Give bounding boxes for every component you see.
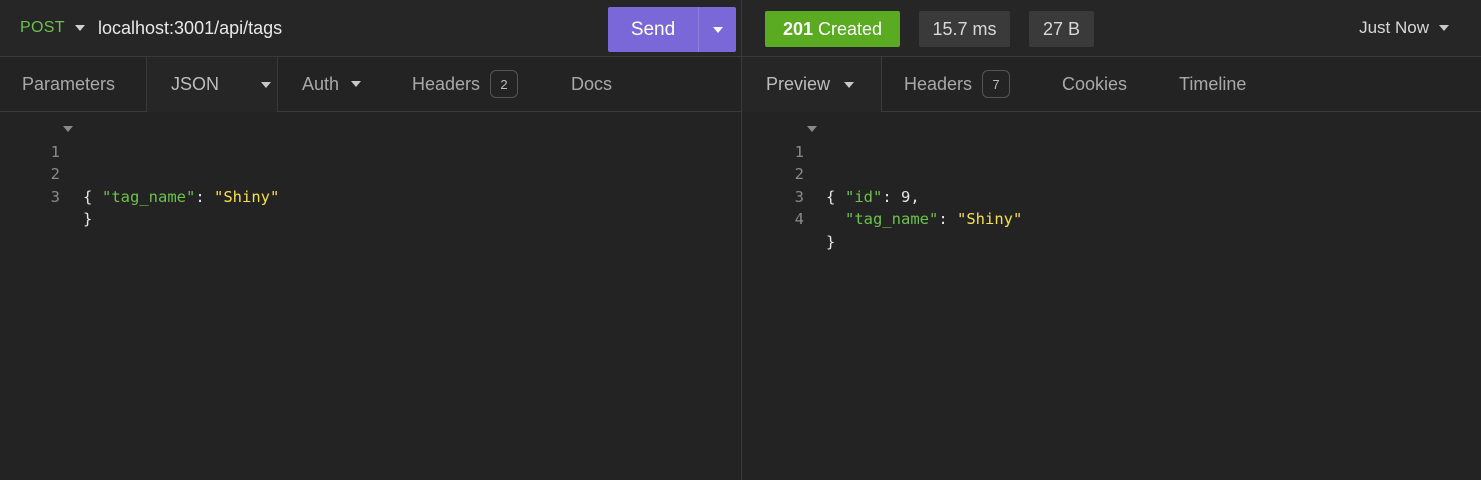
tab-response-headers[interactable]: Headers 7 bbox=[904, 57, 1011, 111]
status-badge: 201 Created bbox=[765, 11, 900, 47]
tab-timeline-label: Timeline bbox=[1179, 73, 1247, 94]
tab-parameters[interactable]: Parameters bbox=[22, 57, 115, 111]
url-input[interactable]: localhost:3001/api/tags bbox=[98, 0, 598, 56]
status-code: 201 bbox=[782, 18, 813, 39]
tab-cookies-label: Cookies bbox=[1062, 73, 1128, 94]
response-tabs: Preview Headers 7 Cookies Timeline bbox=[741, 57, 1481, 112]
response-time: 15.7 ms bbox=[932, 18, 997, 39]
response-size-badge: 27 B bbox=[1029, 11, 1094, 47]
line-number: 4 bbox=[794, 210, 804, 228]
request-url-bar: POST localhost:3001/api/tags Send bbox=[0, 0, 741, 57]
code-line: 2 "id": 9, bbox=[742, 141, 1481, 206]
request-headers-count-badge: 2 bbox=[490, 70, 519, 98]
line-number: 3 bbox=[50, 187, 60, 206]
open-brace: { bbox=[83, 187, 93, 206]
code-line: 2 "tag_name": "Shiny" bbox=[0, 141, 741, 206]
tab-preview[interactable]: Preview bbox=[741, 57, 882, 112]
code-line: 1 { bbox=[742, 118, 1481, 206]
json-colon: : bbox=[195, 187, 214, 206]
history-label: Just Now bbox=[1359, 18, 1429, 37]
response-status-bar: 201 Created 15.7 ms 27 B Just Now bbox=[742, 0, 1481, 57]
method-selector[interactable]: POST bbox=[20, 0, 85, 56]
code-line: 4 } bbox=[742, 186, 1481, 251]
send-options-button[interactable] bbox=[698, 7, 736, 52]
response-body-viewer[interactable]: 1 { 2 "id": 9, 3 "tag_name": "Shiny" 4 } bbox=[742, 118, 1481, 251]
response-time-badge: 15.7 ms bbox=[919, 11, 1010, 47]
code-line: 1 { bbox=[0, 118, 741, 206]
json-entry: "tag_name": "Shiny" bbox=[845, 208, 1022, 231]
status-text: Created bbox=[818, 18, 883, 39]
send-button-group: Send bbox=[608, 7, 736, 52]
tab-json-label: JSON bbox=[171, 74, 220, 94]
tab-preview-label: Preview bbox=[766, 74, 831, 94]
preview-caret-down-icon bbox=[844, 81, 855, 88]
request-tabs: Parameters JSON Auth Headers 2 Docs bbox=[0, 57, 741, 112]
json-colon: : bbox=[938, 210, 957, 228]
json-value: "Shiny" bbox=[957, 210, 1023, 228]
json-key: "tag_name" bbox=[102, 187, 196, 206]
send-label: Send bbox=[630, 18, 676, 40]
auth-caret-down-icon bbox=[351, 81, 362, 87]
send-caret-down-icon bbox=[712, 26, 723, 33]
json-value: "Shiny" bbox=[214, 187, 280, 206]
tab-auth[interactable]: Auth bbox=[302, 57, 362, 111]
close-brace: } bbox=[826, 232, 836, 251]
response-pane: 201 Created 15.7 ms 27 B Just Now Previe… bbox=[741, 0, 1481, 480]
request-body-editor[interactable]: 1 { 2 "tag_name": "Shiny" 3 } bbox=[0, 118, 741, 229]
tab-request-headers-label: Headers bbox=[412, 73, 481, 94]
code-line: 3 "tag_name": "Shiny" bbox=[742, 163, 1481, 229]
code-line: 3 } bbox=[0, 163, 741, 229]
json-key: "tag_name" bbox=[845, 210, 939, 228]
tab-request-headers[interactable]: Headers 2 bbox=[412, 57, 519, 111]
method-label: POST bbox=[20, 19, 65, 36]
history-dropdown[interactable]: Just Now bbox=[1359, 0, 1449, 56]
tab-response-headers-label: Headers bbox=[904, 73, 973, 94]
tab-docs[interactable]: Docs bbox=[571, 57, 612, 111]
tab-parameters-label: Parameters bbox=[22, 73, 116, 94]
method-caret-down-icon bbox=[74, 25, 85, 31]
request-pane: POST localhost:3001/api/tags Send Parame… bbox=[0, 0, 741, 480]
send-button[interactable]: Send bbox=[608, 7, 698, 52]
close-brace: } bbox=[83, 210, 93, 228]
json-caret-down-icon bbox=[261, 81, 272, 88]
tab-auth-label: Auth bbox=[302, 73, 340, 94]
tab-json[interactable]: JSON bbox=[146, 57, 278, 112]
response-size: 27 B bbox=[1042, 18, 1081, 39]
fold-caret-icon[interactable] bbox=[63, 126, 73, 132]
json-entry: "tag_name": "Shiny" bbox=[102, 186, 279, 209]
tab-docs-label: Docs bbox=[571, 73, 613, 94]
tab-cookies[interactable]: Cookies bbox=[1062, 57, 1127, 111]
url-text: localhost:3001/api/tags bbox=[98, 17, 283, 38]
history-caret-down-icon bbox=[1439, 25, 1449, 31]
tab-timeline[interactable]: Timeline bbox=[1179, 57, 1246, 111]
response-headers-count-badge: 7 bbox=[982, 70, 1011, 98]
fold-caret-icon[interactable] bbox=[807, 126, 817, 132]
